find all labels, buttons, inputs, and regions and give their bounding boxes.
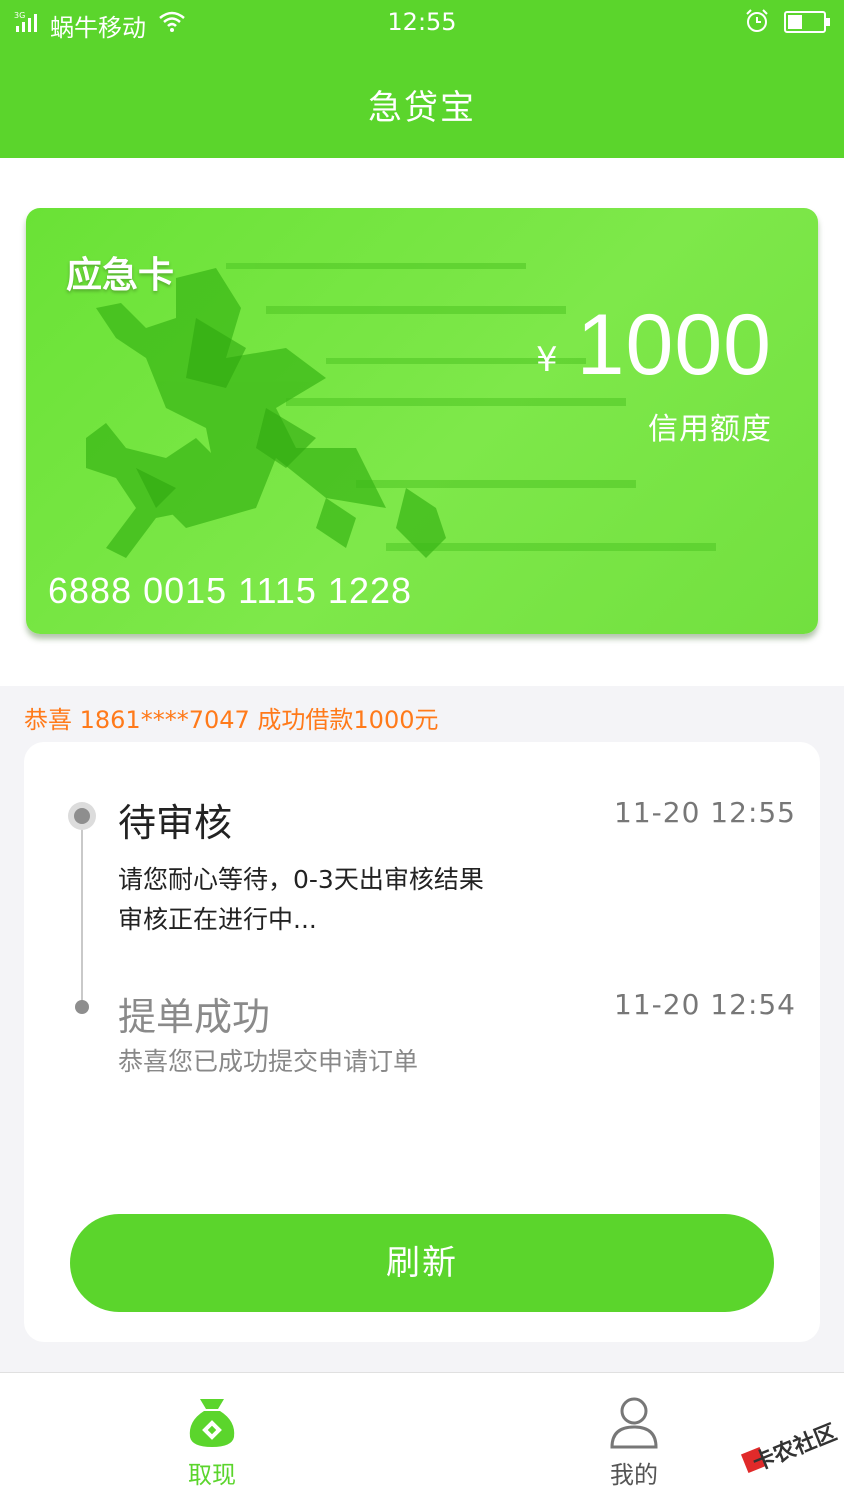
page-title: 急贷宝 xyxy=(368,88,476,128)
step-time: 11-20 12:55 xyxy=(614,796,796,829)
loan-notice: 恭喜 1861****7047 成功借款1000元 xyxy=(24,706,439,734)
credit-card: 应急卡 ¥ 1000 信用额度 6888 0015 1115 1228 xyxy=(26,208,818,634)
refresh-button[interactable]: 刷新 xyxy=(70,1214,774,1312)
status-panel: 待审核 11-20 12:55 请您耐心等待，0-3天出审核结果 审核正在进行中… xyxy=(24,742,820,1342)
step-time: 11-20 12:54 xyxy=(614,988,796,1021)
status-bar: 3G 蜗牛移动 12:55 xyxy=(0,0,844,46)
credit-limit-label: 信用额度 xyxy=(648,412,772,447)
battery-icon xyxy=(784,11,830,33)
step-title: 待审核 xyxy=(118,801,233,845)
currency-symbol: ¥ xyxy=(536,340,558,380)
money-bag-icon xyxy=(189,1399,235,1447)
tab-label: 取现 xyxy=(188,1461,236,1489)
step-description: 恭喜您已成功提交申请订单 xyxy=(118,1047,419,1076)
timeline-dot-current xyxy=(68,802,96,830)
step-description: 请您耐心等待，0-3天出审核结果 xyxy=(118,865,484,894)
timeline-line xyxy=(81,814,83,1010)
card-number: 6888 0015 1115 1228 xyxy=(48,570,413,611)
user-icon xyxy=(610,1397,658,1449)
step-title: 提单成功 xyxy=(118,995,271,1039)
app-header: 3G 蜗牛移动 12:55 急贷宝 xyxy=(0,0,844,158)
tab-bar: 取现 我的 xyxy=(0,1372,844,1500)
step-description: 审核正在进行中... xyxy=(118,905,317,934)
card-name: 应急卡 xyxy=(66,255,175,296)
status-time: 12:55 xyxy=(387,8,457,36)
tab-withdraw[interactable]: 取现 xyxy=(132,1373,292,1500)
tab-mine[interactable]: 我的 xyxy=(554,1373,714,1500)
timeline-dot-past xyxy=(75,1000,89,1014)
watermark-logo: 卡农社区 xyxy=(736,1410,844,1490)
alarm-icon xyxy=(746,9,768,32)
credit-amount: 1000 xyxy=(576,297,772,393)
tab-label: 我的 xyxy=(610,1461,658,1489)
